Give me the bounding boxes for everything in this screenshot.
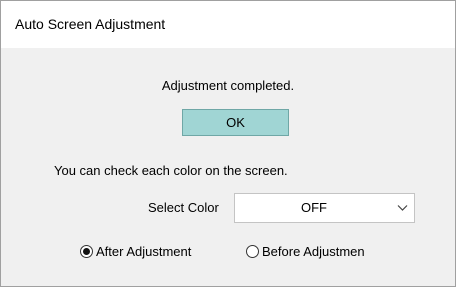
select-color-value: OFF <box>301 200 327 215</box>
radio-after-adjustment-label: After Adjustment <box>96 244 192 259</box>
chevron-down-icon <box>397 205 408 211</box>
window-title: Auto Screen Adjustment <box>15 16 166 32</box>
title-bar[interactable]: Auto Screen Adjustment <box>1 1 455 48</box>
radio-after-adjustment[interactable]: After Adjustment <box>80 244 191 259</box>
radio-unchecked-icon[interactable] <box>246 245 259 258</box>
auto-screen-adjustment-dialog: Auto Screen Adjustment Adjustment comple… <box>0 0 456 287</box>
radio-before-adjustment-label: Before Adjustmen <box>262 244 365 259</box>
select-color-label: Select Color <box>148 200 219 215</box>
dialog-body: Adjustment completed. OK You can check e… <box>1 48 455 286</box>
select-color-dropdown[interactable]: OFF <box>234 193 415 223</box>
check-color-instruction: You can check each color on the screen. <box>54 163 288 178</box>
ok-button[interactable]: OK <box>182 109 289 136</box>
radio-checked-icon[interactable] <box>80 245 93 258</box>
adjustment-status-text: Adjustment completed. <box>161 78 295 93</box>
radio-before-adjustment[interactable]: Before Adjustmen <box>246 244 365 259</box>
